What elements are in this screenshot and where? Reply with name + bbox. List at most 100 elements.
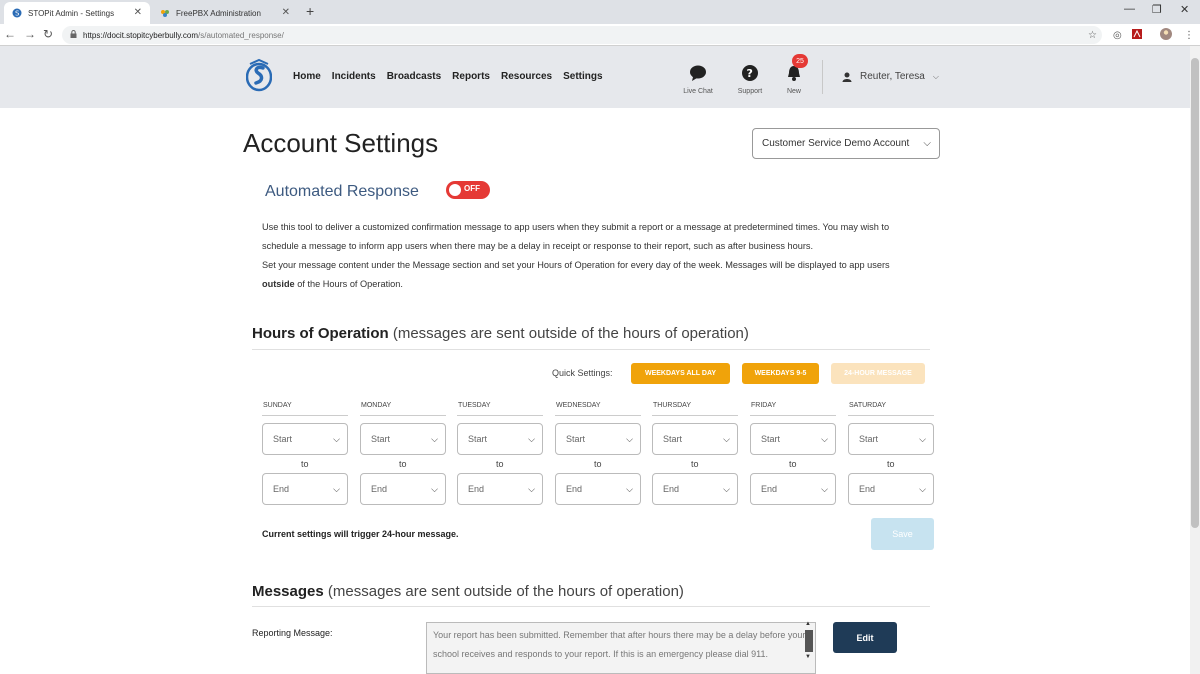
close-tab-icon[interactable]: ✕ — [134, 7, 142, 18]
notification-count-badge: 25 — [792, 54, 808, 68]
page-scrollbar-thumb[interactable] — [1191, 58, 1199, 528]
automated-response-toggle[interactable]: OFF — [446, 181, 490, 199]
url-input[interactable]: https://docit.stopitcyberbully.com/s/aut… — [62, 26, 1102, 44]
weekdays-all-day-button[interactable]: WEEKDAYS ALL DAY — [631, 363, 730, 384]
textarea-scrollbar-thumb[interactable] — [805, 630, 813, 652]
end-placeholder: End — [761, 484, 778, 494]
main-nav: Home Incidents Broadcasts Reports Resour… — [293, 71, 614, 82]
messages-divider — [252, 606, 930, 607]
save-button[interactable]: Save — [871, 518, 934, 550]
to-label: to — [594, 459, 602, 469]
day-underline — [652, 415, 738, 416]
back-icon[interactable]: ← — [4, 27, 16, 41]
scroll-up-icon[interactable]: ▲ — [805, 621, 811, 627]
pdf-extension-icon[interactable] — [1132, 29, 1142, 42]
browser-menu-icon[interactable]: ⋮ — [1184, 30, 1194, 41]
nav-broadcasts[interactable]: Broadcasts — [387, 71, 441, 82]
close-window-icon[interactable]: ✕ — [1180, 3, 1189, 16]
reporting-message-textarea[interactable]: Your report has been submitted. Remember… — [426, 622, 816, 674]
to-label: to — [496, 459, 504, 469]
live-chat-label: Live Chat — [683, 88, 713, 95]
sunday-start-select[interactable]: Start ⌵ — [262, 423, 348, 455]
user-name: Reuter, Teresa — [860, 71, 925, 82]
day-underline — [848, 415, 934, 416]
nav-settings[interactable]: Settings — [563, 71, 602, 82]
sunday-end-select[interactable]: End ⌵ — [262, 473, 348, 505]
chevron-down-icon: ⌵ — [626, 484, 633, 494]
textarea-scrollbar[interactable]: ▲ ▼ — [804, 621, 814, 672]
saturday-start-select[interactable]: Start ⌵ — [848, 423, 934, 455]
thursday-end-select[interactable]: End ⌵ — [652, 473, 738, 505]
browser-tab-stopit[interactable]: S STOPit Admin - Settings ✕ — [4, 2, 150, 24]
nav-resources[interactable]: Resources — [501, 71, 552, 82]
weekdays-9-5-button[interactable]: WEEKDAYS 9-5 — [742, 363, 819, 384]
to-label: to — [887, 459, 895, 469]
chevron-down-icon: ⌵ — [431, 434, 438, 444]
start-placeholder: Start — [371, 434, 391, 444]
chat-icon — [690, 65, 706, 81]
chevron-down-icon: ⌵ — [528, 484, 535, 494]
new-tab-icon[interactable]: + — [306, 3, 314, 19]
start-placeholder: Start — [663, 434, 683, 444]
browser-tab-freepbx[interactable]: FreePBX Administration ✕ — [152, 2, 298, 24]
friday-start-select[interactable]: Start ⌵ — [750, 423, 836, 455]
monday-end-select[interactable]: End ⌵ — [360, 473, 446, 505]
close-tab-icon[interactable]: ✕ — [282, 7, 290, 18]
account-select[interactable]: Customer Service Demo Account ⌵ — [752, 128, 940, 159]
chevron-down-icon: ⌵ — [919, 484, 926, 494]
automated-response-title: Automated Response — [265, 183, 419, 200]
user-icon — [842, 72, 852, 82]
chevron-down-icon: ⌵ — [333, 434, 340, 444]
tuesday-start-select[interactable]: Start ⌵ — [457, 423, 543, 455]
day-underline — [360, 415, 446, 416]
quick-settings-label: Quick Settings: — [552, 368, 613, 378]
extension-circle-icon[interactable]: ◎ — [1113, 30, 1122, 41]
tab-title: STOPit Admin - Settings — [28, 8, 115, 18]
messages-subtitle: (messages are sent outside of the hours … — [327, 583, 684, 600]
description-paragraph-2: Set your message content under the Messa… — [262, 256, 922, 294]
nav-incidents[interactable]: Incidents — [332, 71, 376, 82]
restore-icon[interactable]: ❐ — [1152, 3, 1162, 16]
stopit-logo[interactable] — [246, 58, 272, 92]
nav-home[interactable]: Home — [293, 71, 321, 82]
chevron-down-icon: ⌵ — [821, 484, 828, 494]
new-notifications-button[interactable]: New — [764, 64, 824, 95]
user-menu[interactable]: Reuter, Teresa ⌵ — [842, 71, 939, 82]
day-label-tuesday: TUESDAY — [458, 402, 491, 409]
wednesday-start-select[interactable]: Start ⌵ — [555, 423, 641, 455]
edit-message-button[interactable]: Edit — [833, 622, 897, 653]
description-text: Set your message content under the Messa… — [262, 260, 890, 270]
chevron-down-icon: ⌵ — [626, 434, 633, 444]
nav-reports[interactable]: Reports — [452, 71, 490, 82]
messages-title: Messages — [252, 583, 324, 600]
start-placeholder: Start — [859, 434, 879, 444]
scroll-down-icon[interactable]: ▼ — [805, 654, 811, 660]
account-select-value: Customer Service Demo Account — [762, 138, 910, 149]
hours-subtitle: (messages are sent outside of the hours … — [392, 325, 749, 342]
profile-avatar[interactable] — [1160, 28, 1172, 43]
description-text: of the Hours of Operation. — [294, 279, 403, 289]
bookmark-star-icon[interactable]: ☆ — [1088, 30, 1097, 41]
day-label-sunday: SUNDAY — [263, 402, 292, 409]
forward-icon[interactable]: → — [24, 27, 36, 41]
description-bold: outside — [262, 279, 295, 289]
description-paragraph-1: Use this tool to deliver a customized co… — [262, 222, 890, 251]
reload-icon[interactable]: ↻ — [43, 27, 53, 41]
24-hour-message-button[interactable]: 24-HOUR MESSAGE — [831, 363, 925, 384]
address-bar-row: ← → ↻ https://docit.stopitcyberbully.com… — [0, 24, 1200, 46]
tuesday-end-select[interactable]: End ⌵ — [457, 473, 543, 505]
start-placeholder: Start — [566, 434, 586, 444]
wednesday-end-select[interactable]: End ⌵ — [555, 473, 641, 505]
minimize-icon[interactable]: — — [1124, 3, 1135, 15]
hours-title: Hours of Operation — [252, 325, 389, 342]
saturday-end-select[interactable]: End ⌵ — [848, 473, 934, 505]
thursday-start-select[interactable]: Start ⌵ — [652, 423, 738, 455]
end-placeholder: End — [663, 484, 680, 494]
friday-end-select[interactable]: End ⌵ — [750, 473, 836, 505]
end-placeholder: End — [468, 484, 485, 494]
day-label-wednesday: WEDNESDAY — [556, 402, 601, 409]
chevron-down-icon: ⌵ — [919, 434, 926, 444]
live-chat-button[interactable]: Live Chat — [668, 64, 728, 95]
monday-start-select[interactable]: Start ⌵ — [360, 423, 446, 455]
page-title: Account Settings — [243, 128, 439, 158]
